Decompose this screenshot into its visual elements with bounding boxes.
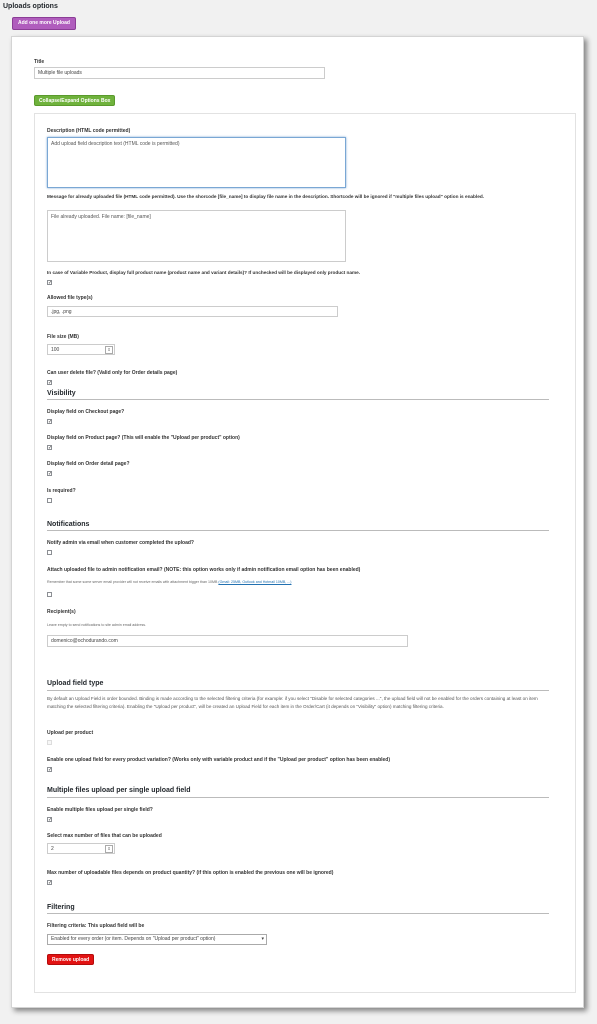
attach-note-text: Remember that some some server email pro… <box>47 580 218 584</box>
attach-note: Remember that some some server email pro… <box>47 580 291 584</box>
upload-card: Title Multiple file uploads Collapse/Exp… <box>11 36 584 1008</box>
notifications-heading: Notifications <box>47 521 90 528</box>
allowed-types-label: Allowed file type(s) <box>47 295 93 301</box>
visibility-heading: Visibility <box>47 390 76 397</box>
add-upload-button[interactable]: Add one more Upload <box>12 17 76 30</box>
page-title: Uploads options <box>3 3 58 10</box>
title-input[interactable]: Multiple file uploads <box>34 67 325 79</box>
variable-product-checkbox[interactable]: ✓ <box>47 280 52 286</box>
attach-file-checkbox[interactable] <box>47 592 52 597</box>
notifications-divider <box>47 530 549 531</box>
can-delete-checkbox[interactable]: ✓ <box>47 380 52 386</box>
filtering-criteria-value: Enabled for every order (or item. Depend… <box>51 936 216 942</box>
product-page-checkbox[interactable]: ✓ <box>47 445 52 451</box>
filtering-criteria-select[interactable]: Enabled for every order (or item. Depend… <box>47 934 267 945</box>
already-uploaded-label: Message for already uploaded file (HTML … <box>47 194 484 199</box>
spinner-icon[interactable]: ⇕ <box>105 845 113 853</box>
per-variation-label: Enable one upload field for every produc… <box>47 757 391 763</box>
required-label: Is required? <box>47 488 76 494</box>
file-size-label: File size (MB) <box>47 334 79 340</box>
remove-upload-button[interactable]: Remove upload <box>47 954 95 965</box>
recipients-input[interactable]: domenico@ochodurando.com <box>47 635 408 647</box>
order-page-checkbox[interactable]: ✓ <box>47 471 52 477</box>
upload-type-heading: Upload field type <box>47 680 104 687</box>
per-product-checkbox[interactable] <box>47 740 52 745</box>
product-page-label: Display field on Product page? (This wil… <box>47 435 240 441</box>
description-textarea[interactable]: Add upload field description text (HTML … <box>47 137 346 188</box>
collapse-expand-button[interactable]: Collapse/Expand Options Box <box>34 95 116 106</box>
description-label: Description (HTML code permitted) <box>47 128 131 134</box>
enable-multiple-checkbox[interactable]: ✓ <box>47 817 52 823</box>
attach-file-label: Attach uploaded file to admin notificati… <box>47 567 361 573</box>
enable-multiple-label: Enable multiple files upload per single … <box>47 807 153 813</box>
notify-admin-label: Notify admin via email when customer com… <box>47 540 194 546</box>
recipients-label: Recipient(s) <box>47 609 76 615</box>
max-files-input[interactable]: 2 ⇕ <box>47 843 115 854</box>
order-page-label: Display field on Order detail page? <box>47 461 130 467</box>
filtering-criteria-label: Filtering criteria: This upload field wi… <box>47 923 145 929</box>
upload-type-description: By default an Upload Field is order boun… <box>47 696 538 709</box>
already-uploaded-textarea[interactable]: File already uploaded. File name: [file_… <box>47 210 346 262</box>
spinner-icon[interactable]: ⇕ <box>105 346 113 354</box>
max-files-value: 2 <box>51 846 54 852</box>
checkout-checkbox[interactable]: ✓ <box>47 419 52 425</box>
multiple-divider <box>47 797 549 798</box>
per-variation-checkbox[interactable]: ✓ <box>47 767 52 773</box>
allowed-types-input[interactable]: .jpg, .png <box>47 306 338 317</box>
recipients-hint: Leave empty to send notifications to sit… <box>47 623 147 627</box>
attach-note-link[interactable]: (Gmail: 25MB, Outlook and Hotmail 10MB, … <box>218 580 291 584</box>
file-size-value: 100 <box>51 347 60 353</box>
per-product-label: Upload per product <box>47 730 94 736</box>
filtering-heading: Filtering <box>47 904 75 911</box>
can-delete-label: Can user delete file? (Valid only for Or… <box>47 370 178 376</box>
multiple-heading: Multiple files upload per single upload … <box>47 787 191 794</box>
title-label: Title <box>34 59 45 65</box>
depends-quantity-label: Max number of uploadable files depends o… <box>47 870 334 876</box>
file-size-input[interactable]: 100 ⇕ <box>47 344 115 355</box>
required-checkbox[interactable] <box>47 498 52 503</box>
max-files-label: Select max number of files that can be u… <box>47 833 162 839</box>
notify-admin-checkbox[interactable] <box>47 550 52 555</box>
upload-type-divider <box>47 690 549 691</box>
visibility-divider <box>47 399 549 400</box>
depends-quantity-checkbox[interactable]: ✓ <box>47 880 52 886</box>
checkout-label: Display field on Checkout page? <box>47 409 125 415</box>
chevron-down-icon: ▾ <box>261 936 264 942</box>
variable-product-label: In case of Variable Product, display ful… <box>47 270 361 275</box>
filtering-divider <box>47 913 549 914</box>
